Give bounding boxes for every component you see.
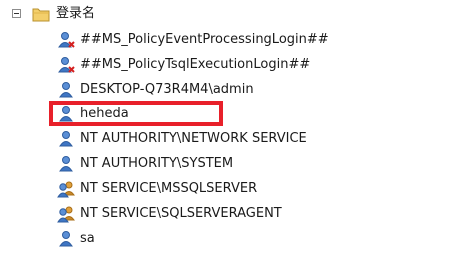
login-label: NT AUTHORITY\SYSTEM xyxy=(80,156,234,171)
user-login-icon xyxy=(57,230,75,248)
login-item[interactable]: NT AUTHORITY\NETWORK SERVICE xyxy=(57,129,307,149)
login-item[interactable]: ##MS_PolicyTsqlExecutionLogin## xyxy=(57,55,310,75)
login-label: sa xyxy=(80,231,95,246)
login-item[interactable]: ##MS_PolicyEventProcessingLogin## xyxy=(57,30,329,50)
group-login-icon xyxy=(57,205,75,223)
disabled-login-icon xyxy=(57,31,75,49)
login-label: NT AUTHORITY\NETWORK SERVICE xyxy=(80,131,307,146)
disabled-login-icon xyxy=(57,56,75,74)
folder-icon xyxy=(32,6,50,22)
tree-root-logins[interactable]: 登录名 xyxy=(0,0,453,28)
login-label: ##MS_PolicyEventProcessingLogin## xyxy=(80,32,329,47)
group-login-icon xyxy=(57,180,75,198)
user-login-icon xyxy=(57,81,75,99)
user-login-icon xyxy=(57,155,75,173)
login-item[interactable]: NT AUTHORITY\SYSTEM xyxy=(57,154,233,174)
tree-root-label: 登录名 xyxy=(56,6,96,21)
login-item[interactable]: sa xyxy=(57,229,95,249)
login-item[interactable]: NT SERVICE\SQLSERVERAGENT xyxy=(57,204,282,224)
login-label: heheda xyxy=(80,106,129,121)
login-label: NT SERVICE\MSSQLSERVER xyxy=(80,181,258,196)
login-item[interactable]: heheda xyxy=(57,104,129,124)
login-label: DESKTOP-Q73R4M4\admin xyxy=(80,82,254,97)
user-login-icon xyxy=(57,130,75,148)
object-explorer-tree: 登录名 ##MS_PolicyEventProcessingLogin## ##… xyxy=(0,0,453,253)
collapse-minus-icon[interactable] xyxy=(12,9,21,18)
login-item[interactable]: DESKTOP-Q73R4M4\admin xyxy=(57,80,254,100)
login-label: NT SERVICE\SQLSERVERAGENT xyxy=(80,206,282,221)
user-login-icon xyxy=(57,105,75,123)
login-label: ##MS_PolicyTsqlExecutionLogin## xyxy=(80,57,311,72)
login-item[interactable]: NT SERVICE\MSSQLSERVER xyxy=(57,179,257,199)
